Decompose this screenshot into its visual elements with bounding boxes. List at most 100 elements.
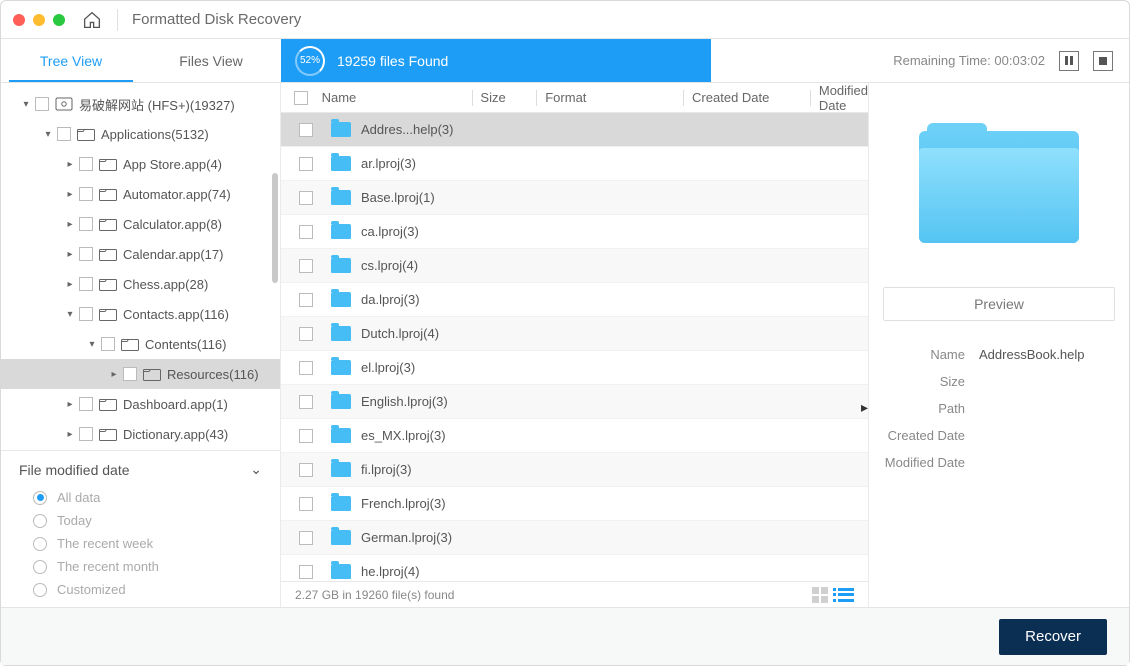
window-controls (13, 14, 65, 26)
tree-checkbox[interactable] (79, 157, 93, 171)
tree-checkbox[interactable] (57, 127, 71, 141)
folder-tree[interactable]: ▾易破解网站 (HFS+)(19327)▾Applications(5132)▸… (1, 83, 280, 450)
row-checkbox[interactable] (299, 565, 313, 579)
table-row[interactable]: French.lproj(3) (281, 487, 868, 521)
tree-checkbox[interactable] (123, 367, 137, 381)
tree-node[interactable]: ▾Applications(5132) (1, 119, 280, 149)
table-row[interactable]: fi.lproj(3) (281, 453, 868, 487)
tree-node[interactable]: ▸Dictionary.app(43) (1, 419, 280, 449)
expand-arrow-icon[interactable]: ▸ (63, 279, 77, 290)
tree-checkbox[interactable] (79, 397, 93, 411)
col-size[interactable]: Size (480, 90, 536, 105)
row-checkbox[interactable] (299, 395, 313, 409)
expand-arrow-icon[interactable]: ▾ (41, 129, 55, 140)
tree-node[interactable]: ▸Resources(116) (1, 359, 280, 389)
tree-checkbox[interactable] (79, 187, 93, 201)
filter-header[interactable]: File modified date ⌄ (19, 461, 262, 478)
scrollbar-thumb[interactable] (272, 173, 278, 283)
row-checkbox[interactable] (299, 497, 313, 511)
table-row[interactable]: Addres...help(3) (281, 113, 868, 147)
tab-files-view[interactable]: Files View (141, 39, 281, 82)
row-name: el.lproj(3) (361, 360, 415, 375)
expand-arrow-icon[interactable]: ▸ (63, 429, 77, 440)
filter-option[interactable]: The recent month (19, 555, 262, 578)
recover-button[interactable]: Recover (999, 619, 1107, 655)
row-checkbox[interactable] (299, 191, 313, 205)
tree-node-label: Automator.app(74) (123, 187, 231, 202)
col-format[interactable]: Format (545, 90, 683, 105)
col-modified[interactable]: Modified Date (819, 83, 868, 113)
tree-node[interactable]: ▸Calendar.app(17) (1, 239, 280, 269)
expand-arrow-icon[interactable]: ▸ (63, 249, 77, 260)
expand-arrow-icon[interactable]: ▾ (19, 99, 33, 110)
tree-node[interactable]: ▾Contacts.app(116) (1, 299, 280, 329)
tree-node[interactable]: ▾Contents(116) (1, 329, 280, 359)
table-row[interactable]: es_MX.lproj(3) (281, 419, 868, 453)
tree-checkbox[interactable] (79, 427, 93, 441)
table-row[interactable]: ca.lproj(3) (281, 215, 868, 249)
tree-checkbox[interactable] (79, 217, 93, 231)
table-row[interactable]: Base.lproj(1) (281, 181, 868, 215)
tree-checkbox[interactable] (35, 97, 49, 111)
tree-node[interactable]: ▸Calculator.app(8) (1, 209, 280, 239)
row-checkbox[interactable] (299, 157, 313, 171)
table-row[interactable]: Dutch.lproj(4) (281, 317, 868, 351)
expand-arrow-icon[interactable]: ▸ (63, 189, 77, 200)
expand-arrow-icon[interactable]: ▸ (107, 369, 121, 380)
expand-arrow-icon[interactable]: ▾ (85, 339, 99, 350)
table-row[interactable]: da.lproj(3) (281, 283, 868, 317)
expand-arrow-icon[interactable]: ▸ (63, 219, 77, 230)
row-checkbox[interactable] (299, 293, 313, 307)
filter-option[interactable]: Today (19, 509, 262, 532)
expand-arrow-icon[interactable]: ▸ (63, 399, 77, 410)
table-row[interactable]: ar.lproj(3) (281, 147, 868, 181)
tree-checkbox[interactable] (79, 247, 93, 261)
grid-view-icon[interactable] (812, 587, 828, 603)
tree-node[interactable]: ▸Dashboard.app(1) (1, 389, 280, 419)
expand-arrow-icon[interactable]: ▾ (63, 309, 77, 320)
row-checkbox[interactable] (299, 429, 313, 443)
close-window-button[interactable] (13, 14, 25, 26)
filter-panel: File modified date ⌄ All dataTodayThe re… (1, 450, 280, 607)
table-row[interactable]: el.lproj(3) (281, 351, 868, 385)
row-checkbox[interactable] (299, 259, 313, 273)
maximize-window-button[interactable] (53, 14, 65, 26)
tree-node[interactable]: ▸App Store.app(4) (1, 149, 280, 179)
col-created[interactable]: Created Date (692, 90, 810, 105)
row-checkbox[interactable] (299, 463, 313, 477)
row-checkbox[interactable] (299, 225, 313, 239)
folder-icon (331, 258, 351, 273)
row-checkbox[interactable] (299, 327, 313, 341)
minimize-window-button[interactable] (33, 14, 45, 26)
tab-tree-view[interactable]: Tree View (1, 39, 141, 82)
tree-node[interactable]: ▸Chess.app(28) (1, 269, 280, 299)
filter-option[interactable]: Customized (19, 578, 262, 601)
file-rows[interactable]: Addres...help(3)ar.lproj(3)Base.lproj(1)… (281, 113, 868, 581)
expand-handle-icon[interactable]: ▸ (861, 393, 869, 421)
expand-arrow-icon[interactable]: ▸ (63, 159, 77, 170)
table-row[interactable]: he.lproj(4) (281, 555, 868, 581)
row-checkbox[interactable] (299, 361, 313, 375)
tree-node[interactable]: ▾易破解网站 (HFS+)(19327) (1, 89, 280, 119)
filter-option[interactable]: All data (19, 486, 262, 509)
home-icon[interactable] (81, 9, 103, 31)
row-checkbox[interactable] (299, 123, 313, 137)
row-checkbox[interactable] (299, 531, 313, 545)
preview-panel: Preview NameAddressBook.help Size Path C… (869, 83, 1129, 607)
tree-node[interactable]: ▸ Automator.app(74) (1, 179, 280, 209)
tree-checkbox[interactable] (79, 277, 93, 291)
filter-option[interactable]: The recent week (19, 532, 262, 555)
select-all-checkbox[interactable] (294, 91, 308, 105)
stop-button[interactable] (1093, 51, 1113, 71)
tree-checkbox[interactable] (101, 337, 115, 351)
table-row[interactable]: German.lproj(3) (281, 521, 868, 555)
preview-button[interactable]: Preview (883, 287, 1115, 321)
tree-checkbox[interactable] (79, 307, 93, 321)
table-row[interactable]: cs.lproj(4) (281, 249, 868, 283)
status-text: 2.27 GB in 19260 file(s) found (295, 588, 454, 602)
list-view-icon[interactable] (838, 588, 854, 602)
stop-icon (1099, 57, 1107, 65)
col-name[interactable]: Name (322, 90, 472, 105)
pause-button[interactable] (1059, 51, 1079, 71)
table-row[interactable]: English.lproj(3) (281, 385, 868, 419)
